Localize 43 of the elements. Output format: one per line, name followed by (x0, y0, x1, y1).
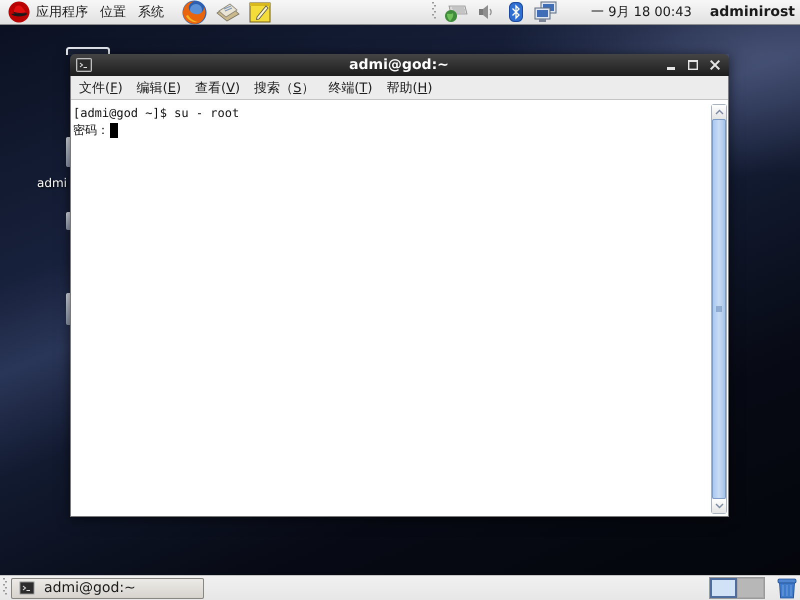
scroll-down-button[interactable] (712, 499, 726, 513)
menu-item[interactable]: 终端(T) (321, 76, 380, 98)
scrollbar[interactable] (711, 104, 727, 514)
workspace-tile[interactable] (737, 578, 764, 598)
terminal-line: [admi@god ~]$ su - root (73, 105, 240, 122)
menu-item[interactable]: 编辑(E) (130, 76, 188, 98)
caret-down-icon (714, 503, 724, 509)
notepad-icon[interactable] (249, 1, 272, 23)
computers-icon[interactable] (534, 1, 558, 23)
maximize-icon (688, 60, 698, 70)
panel-menu[interactable]: 应用程序 (30, 1, 94, 23)
user-name[interactable]: adminirost (710, 4, 795, 20)
letters-icon[interactable] (215, 1, 241, 23)
menu-item[interactable]: 查看(V) (188, 76, 248, 98)
panel-menu[interactable]: 位置 (94, 1, 132, 23)
close-icon (710, 60, 720, 70)
menu-item[interactable]: 搜索（S） (247, 76, 322, 98)
desktop-icon[interactable] (66, 47, 110, 55)
cursor-icon (110, 123, 118, 138)
minimize-icon (667, 67, 675, 70)
bluetooth-icon[interactable] (509, 2, 524, 22)
scrollbar-thumb[interactable] (712, 119, 726, 499)
taskbar-button[interactable]: admi@god:~ (11, 578, 204, 598)
terminal-icon (19, 581, 35, 595)
terminal-icon (76, 58, 92, 72)
panel-menu[interactable]: 系统 (132, 1, 170, 23)
speaker-icon[interactable] (478, 3, 494, 21)
window-title: admi@god:~ (349, 57, 449, 73)
desktop-icon-label[interactable]: admi (37, 176, 67, 190)
close-button[interactable] (708, 58, 722, 72)
terminal-area[interactable]: [admi@god ~]$ su - root 密码： (71, 100, 728, 516)
terminal-line: 密码： (73, 122, 109, 139)
caret-up-icon (714, 109, 724, 115)
globe-icon[interactable] (182, 0, 207, 24)
menu-item[interactable]: 文件(F) (72, 76, 130, 98)
trash-icon[interactable] (777, 578, 797, 598)
menu-item[interactable]: 帮助(H) (379, 76, 440, 98)
maximize-button[interactable] (686, 58, 700, 72)
clock[interactable]: 一 9月 18 00:43 (591, 3, 692, 21)
grip-icon (716, 306, 722, 312)
scroll-up-button[interactable] (712, 105, 726, 119)
hat-icon[interactable] (8, 1, 30, 23)
workspace-tile[interactable] (710, 578, 737, 598)
